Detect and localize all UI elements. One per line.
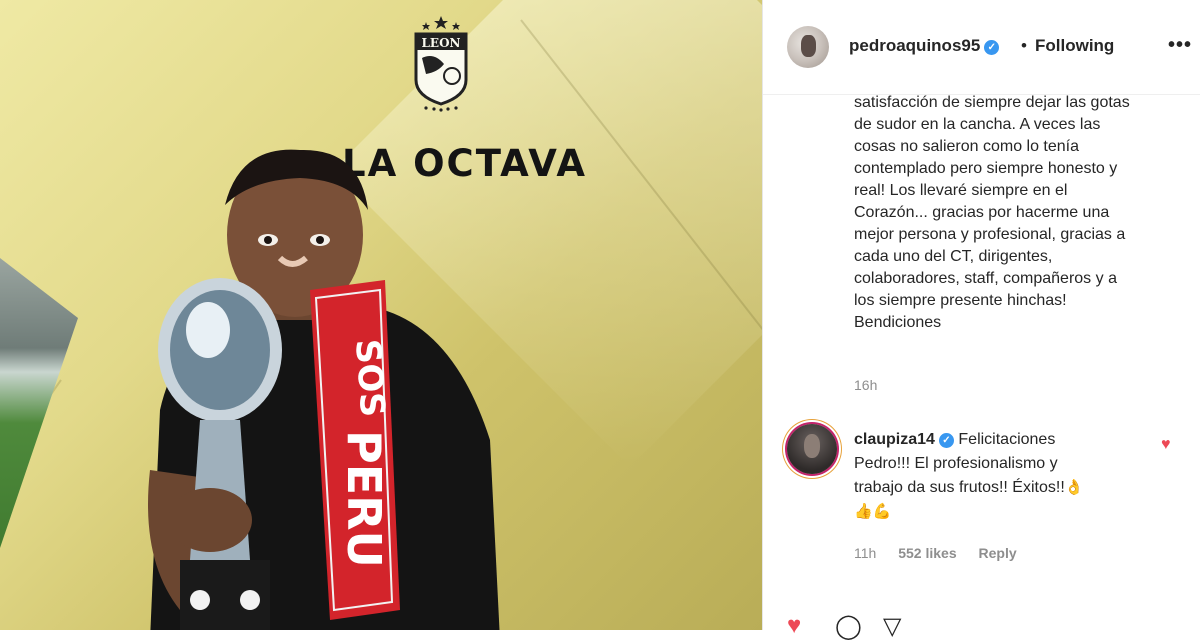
comment-text-line: trabajo da sus frutos!! Éxitos!! <box>854 479 1065 496</box>
comment-like-heart-icon[interactable]: ♥ <box>1161 436 1171 454</box>
caption-line: Corazón... gracias por hacerme una <box>854 204 1110 221</box>
reply-button[interactable]: Reply <box>979 545 1017 561</box>
comment-icon[interactable]: ◯ <box>835 612 862 641</box>
caption-line: colaboradores, staff, compañeros y a <box>854 270 1117 287</box>
caption-line: Bendiciones <box>854 314 942 331</box>
comment: claupiza14 ✓ Felicitaciones Pedro!!! El p… <box>854 428 1154 524</box>
caption-line: de sudor en la cancha. A veces las <box>854 116 1101 133</box>
author-avatar[interactable] <box>787 26 829 68</box>
following-button[interactable]: Following <box>1035 36 1114 56</box>
header-separator: • <box>1021 36 1027 55</box>
post-header: pedroaquinos95 ✓ • Following ••• <box>763 0 1200 95</box>
caption-line: cada uno del CT, dirigentes, <box>854 248 1053 265</box>
commenter-avatar[interactable] <box>787 424 837 474</box>
more-options-icon[interactable]: ••• <box>1168 34 1192 57</box>
post-caption: satisfacción de siempre dejar las gotas … <box>854 92 1189 334</box>
author-username-text[interactable]: pedroaquinos95 <box>849 36 980 55</box>
caption-line: satisfacción de siempre dejar las gotas <box>854 94 1130 111</box>
share-icon[interactable]: ▽ <box>883 612 901 641</box>
like-heart-icon[interactable]: ♥ <box>787 612 801 640</box>
commenter-username[interactable]: claupiza14 <box>854 431 935 448</box>
post-panel: satisfacción de siempre dejar las gotas … <box>762 0 1200 640</box>
player-with-trophy: SOS PERU <box>148 149 500 630</box>
scarf-text-upper: SOS <box>347 338 392 418</box>
author-username[interactable]: pedroaquinos95 ✓ <box>849 36 1000 56</box>
comment-likes-count[interactable]: 552 likes <box>898 545 956 561</box>
comment-meta: 11h 552 likes Reply <box>854 545 1035 561</box>
verified-badge-icon: ✓ <box>984 40 1000 55</box>
caption-line: contemplado pero siempre honesto y <box>854 160 1118 177</box>
comment-time[interactable]: 11h <box>854 545 876 561</box>
caption-line: los siempre presente hinchas! <box>854 292 1067 309</box>
comment-text-line: Felicitaciones <box>958 431 1056 448</box>
post-image[interactable]: LEON LA OCTAVA SOS PERU <box>0 0 762 630</box>
comment-text-line: Pedro!!! El profesionalismo y <box>854 455 1058 472</box>
caption-line: mejor persona y profesional, gracias a <box>854 226 1126 243</box>
caption-line: cosas no salieron como lo tenía <box>854 138 1080 155</box>
stadium-background <box>0 258 78 548</box>
ok-hand-emoji: 👌 <box>1064 479 1084 496</box>
club-crest-logo: LEON <box>414 16 468 112</box>
caption-timestamp[interactable]: 16h <box>854 377 877 393</box>
verified-badge-icon: ✓ <box>938 433 954 448</box>
crest-text: LEON <box>421 36 460 50</box>
scarf-text-lower: PERU <box>337 430 391 568</box>
thumbs-muscle-emoji: 👍💪 <box>854 503 892 520</box>
caption-line: real! Los llevaré siempre en el <box>854 182 1068 199</box>
